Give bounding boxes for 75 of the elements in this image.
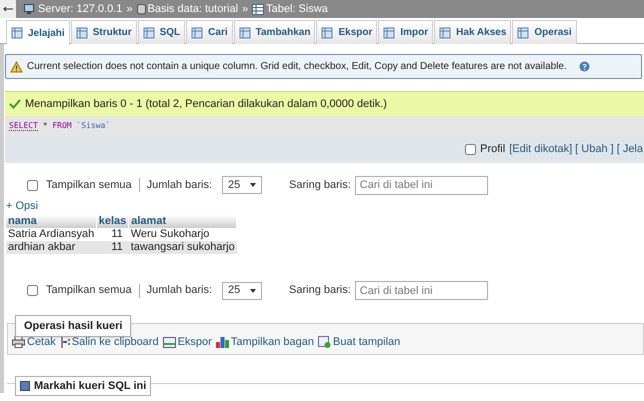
query-action-link[interactable]: Salin ke clipboard <box>60 334 159 350</box>
query-action-link[interactable]: Tampilkan bagan <box>216 334 314 350</box>
show-all-checkbox[interactable] <box>27 285 38 296</box>
dropdown-caret-icon <box>250 288 256 292</box>
breadcrumb-link[interactable]: Server: 127.0.0.1 <box>24 0 122 18</box>
create-view-icon <box>318 336 332 348</box>
tab-icon <box>383 26 396 38</box>
rows-dropdown[interactable]: 25 <box>222 282 262 300</box>
rows-dropdown[interactable]: 25 <box>222 176 262 194</box>
profile-checkbox[interactable] <box>465 144 476 155</box>
help-icon[interactable] <box>578 61 590 72</box>
warning-text: Current selection does not contain a unique column. Grid edit, checkbox, Edit, Copy and Delete features are not available. <box>27 60 567 74</box>
bookmark-legend-text: Markahi kueri SQL ini <box>34 378 146 394</box>
tab[interactable]: Jelajahi <box>6 20 70 45</box>
breadcrumb-link[interactable]: Tabel: Siswa <box>252 0 328 18</box>
profile-link[interactable]: [ Jela <box>616 141 643 158</box>
export-icon <box>162 336 176 348</box>
insert-columns-icon <box>60 336 70 348</box>
tab[interactable]: Tambahkan <box>234 20 316 44</box>
query-action-link[interactable]: Cetak <box>12 334 56 350</box>
tab-icon <box>321 26 334 38</box>
show-all-label: Tampilkan semua <box>46 178 132 193</box>
filter-field[interactable]: Cari di tabel ini <box>354 281 488 300</box>
computer-icon <box>24 4 36 14</box>
bar-chart-icon <box>216 336 229 348</box>
tab[interactable]: Cari <box>186 20 233 44</box>
dropdown-caret-icon <box>250 183 256 187</box>
back-button[interactable] <box>0 0 16 18</box>
filter-field[interactable]: Cari di tabel ini <box>354 176 488 194</box>
breadcrumb-separator: » <box>126 2 133 17</box>
options-link[interactable]: + Opsi <box>6 198 644 214</box>
tab-icon <box>439 26 452 38</box>
bookmark-icon <box>20 380 30 391</box>
filter-label: Saring baris: <box>289 178 351 193</box>
tab-icon <box>238 26 251 38</box>
tab-icon <box>142 26 155 38</box>
table-cell: 11 <box>96 240 129 254</box>
table-cell: Satria Ardiansyah <box>6 228 96 240</box>
table-icon <box>252 4 264 14</box>
rows-label: Jumlah baris: <box>146 283 212 298</box>
tab-icon <box>517 26 530 38</box>
show-all-label: Tampilkan semua <box>46 283 132 298</box>
table-cell: tawangsari sukoharjo <box>128 240 237 254</box>
database-icon <box>136 4 146 14</box>
column-header[interactable]: alamat <box>128 214 237 228</box>
table-cell: ardhian akbar <box>6 240 96 254</box>
sql-query: SELECT * FROM `Siswa` <box>9 120 110 132</box>
tab-icon <box>11 27 23 39</box>
back-arrow-icon <box>3 6 13 12</box>
profile-link[interactable]: [ Ubah ] <box>575 141 614 158</box>
check-icon <box>9 99 21 109</box>
filter-label: Saring baris: <box>289 283 351 298</box>
tab[interactable]: Struktur <box>70 20 137 44</box>
table-cell: Weru Sukoharjo <box>128 228 237 240</box>
column-header[interactable]: nama <box>6 214 96 228</box>
printer-icon <box>12 336 25 348</box>
column-header[interactable]: kelas <box>96 214 129 228</box>
tab[interactable]: Ekspor <box>316 20 378 44</box>
rows-label: Jumlah baris: <box>146 178 212 193</box>
warning-icon <box>10 60 23 72</box>
profile-link[interactable]: [Edit dikotak] <box>509 141 572 158</box>
tab[interactable]: Impor <box>378 20 434 44</box>
tab[interactable]: SQL <box>138 20 186 44</box>
profile-label: Profil <box>480 142 506 158</box>
breadcrumb-separator: » <box>242 2 248 17</box>
breadcrumb-link[interactable]: Basis data: tutorial <box>136 0 238 18</box>
show-all-checkbox[interactable] <box>27 180 38 190</box>
tab[interactable]: Hak Akses <box>434 20 512 44</box>
tab-icon <box>76 26 88 38</box>
query-action-link[interactable]: Ekspor <box>162 334 212 350</box>
query-operations-legend: Operasi hasil kueri <box>15 314 132 337</box>
query-action-link[interactable]: Buat tampilan <box>318 334 400 350</box>
tab[interactable]: Operasi <box>512 20 577 44</box>
tab-icon <box>191 26 204 38</box>
success-text: Menampilkan baris 0 - 1 (total 2, Pencarian dilakukan dalam 0,0000 detik.) <box>25 96 387 112</box>
